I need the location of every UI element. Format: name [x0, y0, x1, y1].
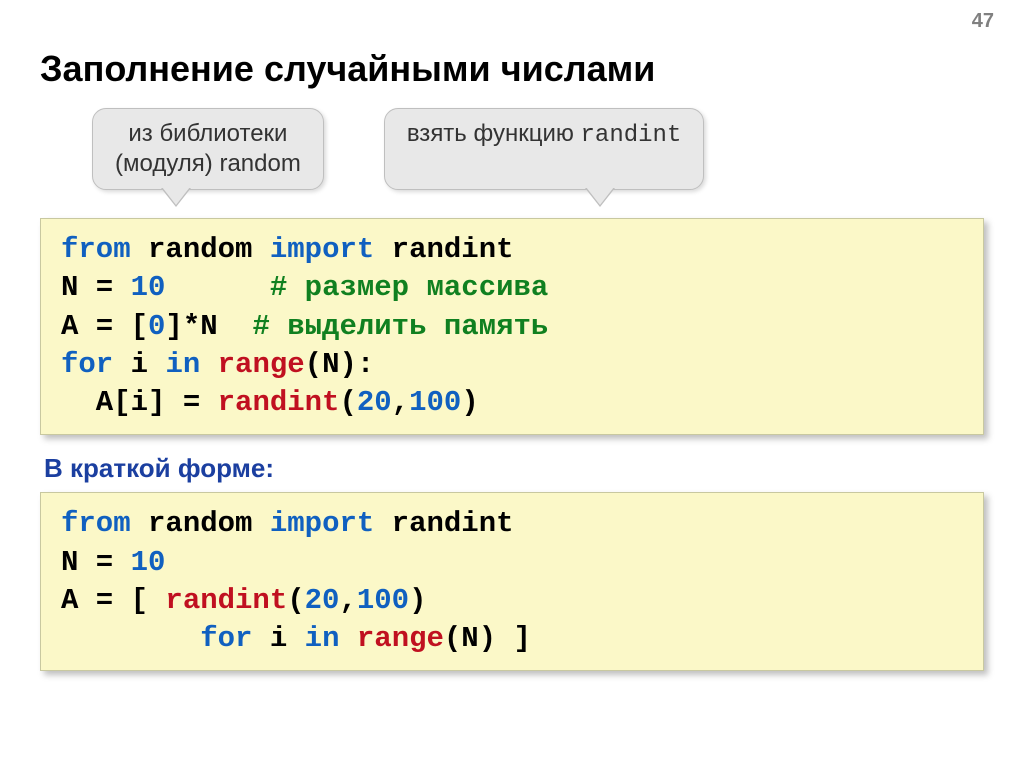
code-keyword: for: [200, 622, 252, 655]
code-function: range: [357, 622, 444, 655]
code-text: [165, 271, 269, 304]
code-text: [339, 622, 356, 655]
code-text: i: [113, 348, 165, 381]
callouts-row: из библиотеки (модуля) random взять функ…: [40, 108, 984, 190]
code-block-full: from random import randint N = 10 # разм…: [40, 218, 984, 435]
code-keyword: for: [61, 348, 113, 381]
code-text: ,: [339, 584, 356, 617]
code-number: 10: [131, 271, 166, 304]
code-text: random: [131, 507, 270, 540]
code-number: 10: [131, 546, 166, 579]
code-text: [61, 622, 200, 655]
code-number: 100: [409, 386, 461, 419]
code-keyword: import: [270, 233, 374, 266]
code-text: N =: [61, 546, 131, 579]
code-text: ,: [392, 386, 409, 419]
code-keyword: from: [61, 233, 131, 266]
code-keyword: import: [270, 507, 374, 540]
code-text: A[i] =: [61, 386, 218, 419]
code-text: (N) ]: [444, 622, 531, 655]
code-function: randint: [165, 584, 287, 617]
code-text: ): [409, 584, 426, 617]
callout-function: взять функцию randint: [384, 108, 705, 190]
code-text: ]*N: [165, 310, 252, 343]
page-number: 47: [972, 10, 994, 33]
code-keyword: in: [305, 622, 340, 655]
code-text: i: [252, 622, 304, 655]
code-comment: # выделить память: [252, 310, 548, 343]
code-text: randint: [374, 233, 513, 266]
code-keyword: from: [61, 507, 131, 540]
code-text: [200, 348, 217, 381]
callout-function-name: randint: [581, 122, 682, 149]
code-text: (N):: [305, 348, 375, 381]
code-block-short: from random import randint N = 10 A = [ …: [40, 492, 984, 671]
code-text: N =: [61, 271, 131, 304]
code-function: randint: [218, 386, 340, 419]
code-number: 100: [357, 584, 409, 617]
code-text: ): [461, 386, 478, 419]
code-comment: # размер массива: [270, 271, 548, 304]
code-text: A = [: [61, 584, 165, 617]
code-function: range: [218, 348, 305, 381]
code-number: 20: [305, 584, 340, 617]
code-text: (: [339, 386, 356, 419]
subheading: В краткой форме:: [44, 453, 984, 484]
code-text: randint: [374, 507, 513, 540]
code-text: (: [287, 584, 304, 617]
code-text: A = [: [61, 310, 148, 343]
code-number: 0: [148, 310, 165, 343]
callout-library: из библиотеки (модуля) random: [92, 108, 324, 190]
callout-library-line1: из библиотеки: [128, 120, 287, 147]
callout-function-prefix: взять функцию: [407, 120, 581, 147]
slide-title: Заполнение случайными числами: [40, 48, 984, 90]
code-keyword: in: [165, 348, 200, 381]
code-text: random: [131, 233, 270, 266]
callout-library-line2: (модуля) random: [115, 150, 301, 177]
code-number: 20: [357, 386, 392, 419]
